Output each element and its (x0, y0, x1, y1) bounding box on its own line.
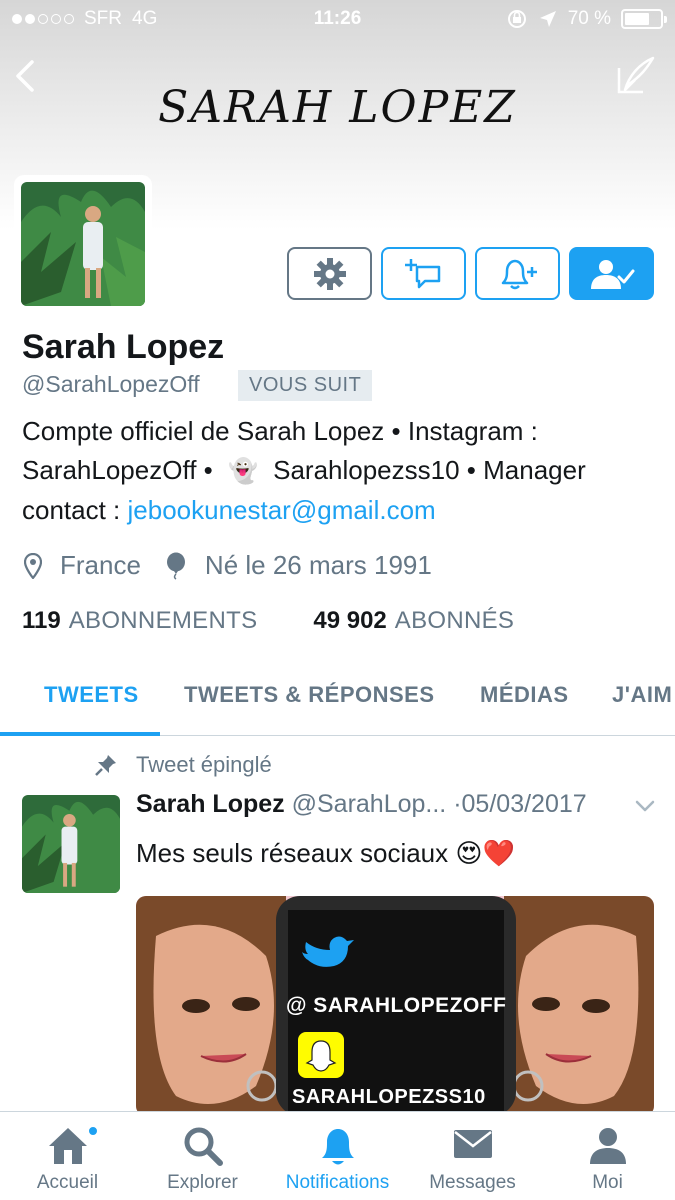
tweet-separator: · (453, 790, 462, 818)
bio-text: Sarahlopezss10 • Manager (273, 455, 586, 485)
nav-me[interactable]: Moi (540, 1112, 675, 1200)
chevron-down-icon[interactable] (634, 798, 656, 814)
tweet-header: Sarah Lopez @SarahLop... ·05/03/2017 (136, 790, 587, 819)
followers-label: ABONNÉS (394, 607, 515, 634)
bio-email-link[interactable]: jebookunestar@gmail.com (128, 495, 436, 525)
profile-avatar[interactable] (14, 175, 152, 313)
gear-icon (313, 257, 346, 290)
bio-text: contact : (22, 495, 128, 525)
banner-title: SARAH LOPEZ (158, 82, 517, 133)
followers-count: 49 902 (313, 607, 387, 634)
tweet-media-image[interactable]: @ SARAHLOPEZOFF SARAHLOPEZSS10 (136, 896, 654, 1116)
profile-name: Sarah Lopez (22, 328, 225, 366)
add-to-list-button[interactable] (381, 247, 466, 300)
tab-tweets[interactable]: TWEETS (44, 682, 139, 708)
location-arrow-icon (539, 11, 556, 27)
list-add-icon (404, 258, 440, 288)
following-stat[interactable]: 119 ABONNEMENTS (22, 607, 257, 635)
tweet-date[interactable]: 05/03/2017 (462, 790, 587, 818)
settings-button[interactable] (287, 247, 372, 300)
profile-stats: 119 ABONNEMENTS 49 902 ABONNÉS (22, 607, 514, 635)
pin-icon (95, 755, 116, 776)
nav-label: Explorer (167, 1172, 238, 1193)
profile-meta: France Né le 26 mars 1991 (24, 550, 432, 581)
following-button[interactable] (569, 247, 654, 300)
notifications-toggle-button[interactable] (475, 247, 560, 300)
profile-location: France (60, 550, 141, 580)
bell-plus-icon (501, 259, 537, 289)
active-tab-indicator (0, 732, 160, 736)
nav-label: Accueil (36, 1172, 99, 1193)
nav-label: Notifications (285, 1172, 390, 1193)
profile-bio: Compte officiel de Sarah Lopez • Instagr… (22, 412, 662, 530)
status-bar: SFR 4G 11:26 70 % (0, 0, 675, 38)
balloon-icon (165, 552, 187, 580)
orientation-lock-icon (507, 10, 526, 28)
bio-line: contact : jebookunestar@gmail.com (22, 491, 662, 530)
tweet-text: Mes seuls réseaux sociaux 😍❤️ (136, 838, 515, 868)
tab-tweets-replies[interactable]: TWEETS & RÉPONSES (184, 682, 435, 708)
pinned-label: Tweet épinglé (136, 752, 272, 777)
follows-you-badge: VOUS SUIT (238, 370, 373, 401)
location-pin-icon (24, 552, 42, 579)
tweet-author-handle[interactable]: @SarahLop... (292, 790, 447, 818)
bio-line: Compte officiel de Sarah Lopez • Instagr… (22, 416, 538, 446)
following-count: 119 (22, 607, 61, 634)
followers-stat[interactable]: 49 902 ABONNÉS (313, 607, 514, 635)
tab-likes[interactable]: J'AIM (612, 682, 672, 708)
profile-birthdate: Né le 26 mars 1991 (204, 550, 432, 580)
battery-percent: 70 % (567, 8, 611, 29)
profile-handle: @SarahLopezOff (22, 371, 200, 397)
tweet-author-name[interactable]: Sarah Lopez (136, 790, 285, 818)
home-icon (48, 1128, 87, 1164)
nav-explore[interactable]: Explorer (135, 1112, 270, 1200)
bio-line: SarahLopezOff • 👻 Sarahlopezss10 • Manag… (22, 451, 662, 491)
battery-icon (621, 9, 667, 29)
following-label: ABONNEMENTS (68, 607, 258, 634)
tweet-author-avatar[interactable] (22, 795, 120, 893)
profile-actions (287, 247, 654, 300)
bell-icon (321, 1129, 354, 1165)
search-icon (184, 1127, 223, 1166)
profile-tabs: TWEETS TWEETS & RÉPONSES MÉDIAS J'AIM (0, 660, 675, 736)
nav-label: Messages (429, 1172, 516, 1193)
nav-notifications[interactable]: Notifications (270, 1112, 405, 1200)
person-icon (589, 1128, 626, 1164)
person-check-icon (590, 259, 634, 289)
nav-home[interactable]: Accueil (0, 1112, 135, 1200)
bottom-tab-bar: Accueil Explorer Notifications Messages … (0, 1111, 675, 1200)
pinned-indicator: Tweet épinglé (94, 752, 272, 778)
tab-media[interactable]: MÉDIAS (480, 682, 569, 708)
nav-label: Moi (592, 1172, 623, 1193)
media-snapchat-handle: SARAHLOPEZSS10 (292, 1086, 486, 1108)
envelope-icon (453, 1130, 492, 1158)
home-new-badge (88, 1126, 98, 1136)
bio-text: SarahLopezOff • (22, 455, 213, 485)
snapchat-ghost-emoji: 👻 (227, 458, 258, 485)
nav-messages[interactable]: Messages (405, 1112, 540, 1200)
media-twitter-handle: @ SARAHLOPEZOFF (286, 994, 507, 1017)
